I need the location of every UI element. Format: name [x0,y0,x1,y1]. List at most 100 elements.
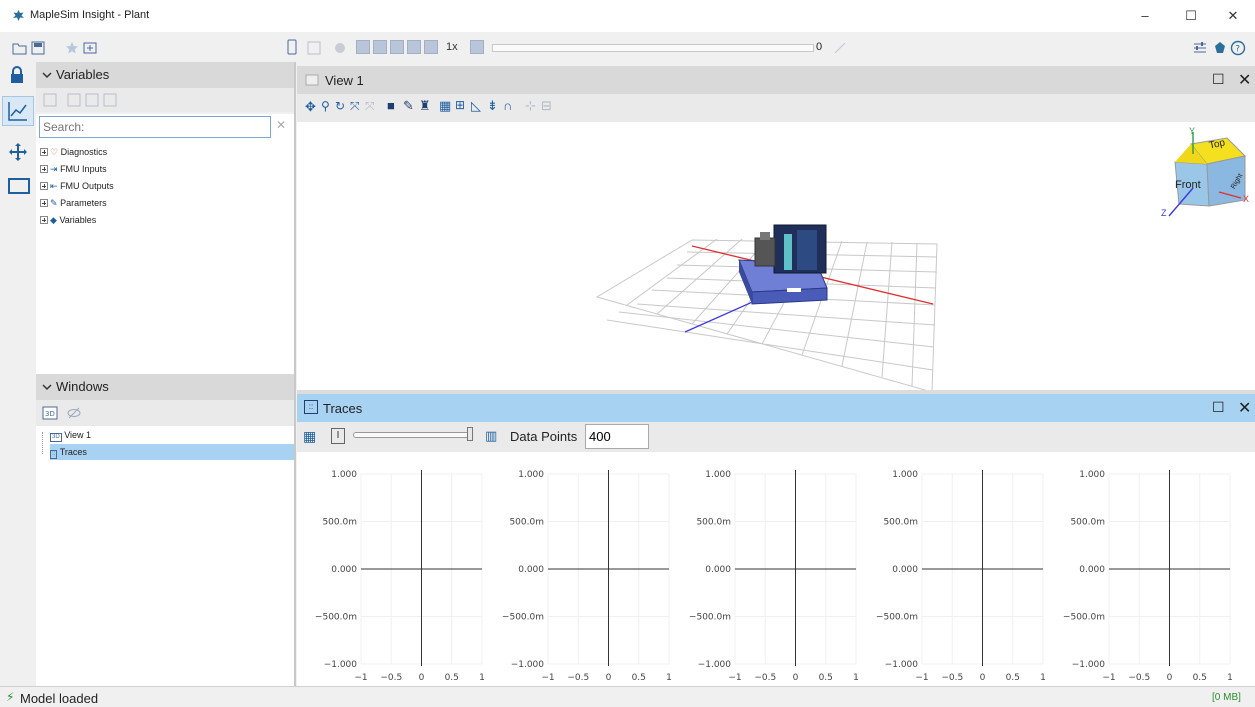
star-icon[interactable] [64,40,80,56]
tree-item-diagnostics[interactable]: ♡ Diagnostics [40,144,107,160]
window-item-view1[interactable]: 3D View 1 [50,427,290,443]
grid-layout-icon[interactable]: ▦ [303,428,316,445]
tree-item-fmu-outputs[interactable]: ⇤ FMU Outputs [40,178,114,194]
nav-cube-front-label[interactable]: Front [1175,179,1201,191]
fit-icon[interactable]: ⤧ [350,99,360,114]
tree-item-fmu-inputs[interactable]: ⇥ FMU Inputs [40,161,107,177]
expand-icon[interactable] [40,216,48,224]
variables-panel-title: Variables [56,67,110,82]
maximize-panel-icon[interactable]: ☐ [1212,399,1225,416]
export-icon[interactable]: ⊟ [541,98,552,114]
minimize-button[interactable]: – [1130,6,1160,26]
3d-view-icon[interactable]: 3D [42,405,58,421]
multi-trace-icon[interactable]: ▥ [485,428,497,444]
expand-icon[interactable] [40,165,48,173]
rotate-icon[interactable]: ↻ [335,99,345,113]
lock-icon[interactable] [9,66,25,84]
left-tool-rail [0,62,36,685]
perspective-icon[interactable]: ◺ [471,98,481,114]
3d-viewport[interactable]: Top Front Right Y Z X [297,122,1255,390]
search-input[interactable] [39,116,271,138]
settings-sliders-icon[interactable] [1192,40,1208,56]
mobile-device-icon[interactable] [284,39,300,55]
x-tick-label: 1 [479,673,485,683]
remove-plot-icon[interactable] [102,92,118,108]
traces-icon: :: [50,450,58,459]
close-button[interactable]: ✕ [1218,6,1248,26]
time-slider[interactable] [492,44,814,52]
navigation-cube[interactable]: Top Front Right Y Z X [1149,126,1253,234]
maximize-button[interactable]: ☐ [1176,6,1206,26]
add-window-icon[interactable] [82,40,98,56]
close-panel-icon[interactable]: ✕ [1238,398,1251,418]
filter-icon[interactable] [66,92,82,108]
single-trace-icon[interactable]: I [331,428,345,444]
window-item-traces[interactable]: :: Traces [50,444,294,460]
open-folder-icon[interactable] [12,40,28,56]
title-bar: MapleSim Insight - Plant – ☐ ✕ [0,0,1255,32]
x-axis-label: X [1243,194,1250,204]
windows-panel-header[interactable]: Windows [36,374,294,400]
3d-view-icon [305,74,319,86]
chevron-down-icon[interactable] [42,71,52,79]
view1-panel-header[interactable]: View 1 ☐ ✕ [297,66,1255,94]
help-icon[interactable]: ? [1230,40,1246,56]
plot-tool-button[interactable] [2,96,34,126]
save-icon[interactable] [30,40,46,56]
x-tick-label: −1 [915,673,928,683]
maximize-panel-icon[interactable]: ☐ [1212,71,1225,88]
x-tick-label: −0.5 [754,673,776,683]
axes-icon[interactable]: ⊞ [455,98,465,112]
pan-icon[interactable]: ✥ [305,99,316,115]
y-tick-label: 1.000 [705,470,731,480]
variables-panel-header[interactable]: Variables [36,62,294,88]
tree-connector [42,432,43,454]
speed-label[interactable]: 1x [446,41,458,53]
fast-forward-button[interactable] [407,40,421,54]
plot-variable-icon[interactable] [84,92,100,108]
record-icon[interactable] [332,40,348,56]
lightning-icon: ⚡ [6,690,15,704]
svg-text:?: ? [1235,45,1240,55]
orbit-icon[interactable]: ∩ [503,98,512,113]
x-tick-label: −0.5 [567,673,589,683]
trace-count-slider[interactable] [353,432,473,438]
ruler-icon[interactable] [832,40,848,56]
expand-icon[interactable] [40,148,48,156]
x-tick-label: −1 [354,673,367,683]
paint-icon[interactable]: ✎ [403,98,414,114]
data-points-label: Data Points [510,429,578,444]
data-points-input[interactable] [585,424,649,449]
move-arrows-icon[interactable] [8,142,28,162]
pin-icon[interactable]: ♜ [419,98,431,114]
window-item-label: Traces [59,447,87,457]
solid-view-icon[interactable]: ■ [387,98,395,113]
hide-icon[interactable] [66,405,82,421]
expand-icon[interactable] [40,182,48,190]
grid-icon[interactable]: ▦ [439,98,451,114]
grid-toggle-icon[interactable] [42,92,58,108]
tree-item-parameters[interactable]: ✎ Parameters [40,195,107,211]
rewind-button[interactable] [356,40,370,54]
x-tick-label: 1 [1040,673,1046,683]
display-icon[interactable] [8,178,30,196]
zoom-icon[interactable]: ⚲ [321,99,330,113]
chevron-down-icon[interactable] [42,383,52,391]
maplesoft-icon[interactable] [1212,40,1228,56]
clear-search-icon[interactable]: ✕ [276,118,286,132]
tree-item-variables[interactable]: ◆ Variables [40,212,96,228]
centre-icon[interactable]: ⇟ [487,98,498,114]
snapshot-icon[interactable] [306,40,322,56]
play-button[interactable] [373,40,387,54]
slider-handle[interactable] [467,427,473,441]
vertical-splitter[interactable] [294,62,296,686]
camera-icon[interactable]: ⊹ [525,98,536,114]
y-tick-label: 500.0m [696,518,731,528]
close-panel-icon[interactable]: ✕ [1238,70,1251,90]
step-forward-button[interactable] [390,40,404,54]
traces-panel-header[interactable]: :: Traces ☐ ✕ [297,394,1255,422]
reset-icon[interactable]: ⤧ [365,99,375,114]
speed-up-button[interactable] [470,40,484,54]
frame-back-button[interactable] [424,40,438,54]
expand-icon[interactable] [40,199,48,207]
